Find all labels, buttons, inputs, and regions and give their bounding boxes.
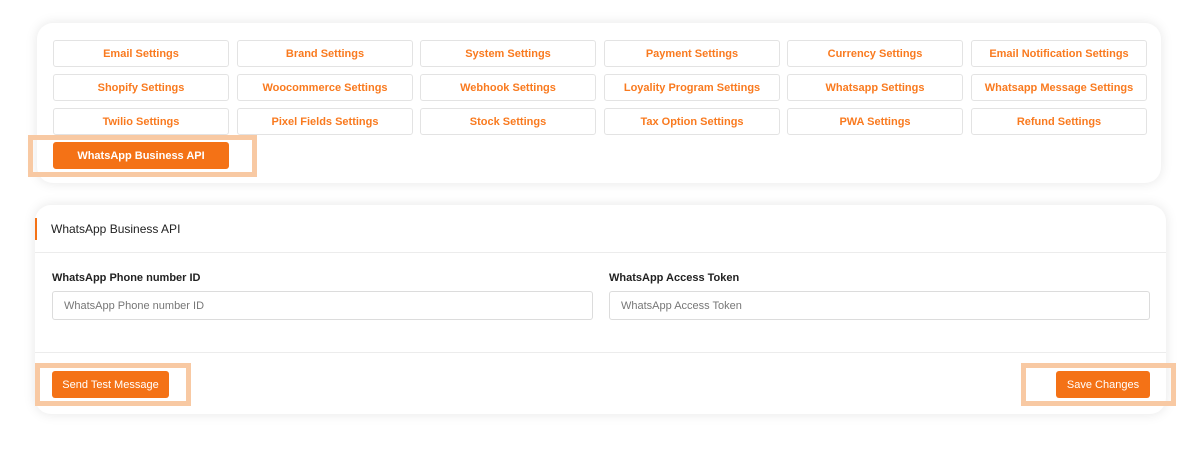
title-accent-bar [35, 218, 37, 240]
tab-pixel-fields-settings[interactable]: Pixel Fields Settings [237, 108, 413, 135]
send-test-message-button[interactable]: Send Test Message [52, 371, 169, 398]
phone-number-id-label: WhatsApp Phone number ID [52, 272, 201, 284]
tab-system-settings[interactable]: System Settings [420, 40, 596, 67]
tab-pwa-settings[interactable]: PWA Settings [787, 108, 963, 135]
tab-shopify-settings[interactable]: Shopify Settings [53, 74, 229, 101]
tab-email-settings[interactable]: Email Settings [53, 40, 229, 67]
phone-number-id-input[interactable] [52, 291, 593, 320]
tab-whatsapp-business-api[interactable]: WhatsApp Business API [53, 142, 229, 169]
tab-tax-option-settings[interactable]: Tax Option Settings [604, 108, 780, 135]
tab-woocommerce-settings[interactable]: Woocommerce Settings [237, 74, 413, 101]
whatsapp-business-api-form: WhatsApp Business API WhatsApp Phone num… [35, 205, 1166, 414]
save-changes-button[interactable]: Save Changes [1056, 371, 1150, 398]
tab-payment-settings[interactable]: Payment Settings [604, 40, 780, 67]
tab-loyality-program-settings[interactable]: Loyality Program Settings [604, 74, 780, 101]
tab-whatsapp-settings[interactable]: Whatsapp Settings [787, 74, 963, 101]
tab-twilio-settings[interactable]: Twilio Settings [53, 108, 229, 135]
footer-divider [35, 352, 1166, 353]
tab-currency-settings[interactable]: Currency Settings [787, 40, 963, 67]
tab-brand-settings[interactable]: Brand Settings [237, 40, 413, 67]
settings-tabs-panel: Email Settings Brand Settings System Set… [37, 23, 1161, 183]
tab-webhook-settings[interactable]: Webhook Settings [420, 74, 596, 101]
access-token-input[interactable] [609, 291, 1150, 320]
tab-whatsapp-message-settings[interactable]: Whatsapp Message Settings [971, 74, 1147, 101]
access-token-label: WhatsApp Access Token [609, 272, 740, 284]
tab-refund-settings[interactable]: Refund Settings [971, 108, 1147, 135]
tab-email-notification-settings[interactable]: Email Notification Settings [971, 40, 1147, 67]
header-divider [35, 252, 1166, 253]
tab-stock-settings[interactable]: Stock Settings [420, 108, 596, 135]
form-title: WhatsApp Business API [51, 222, 181, 236]
